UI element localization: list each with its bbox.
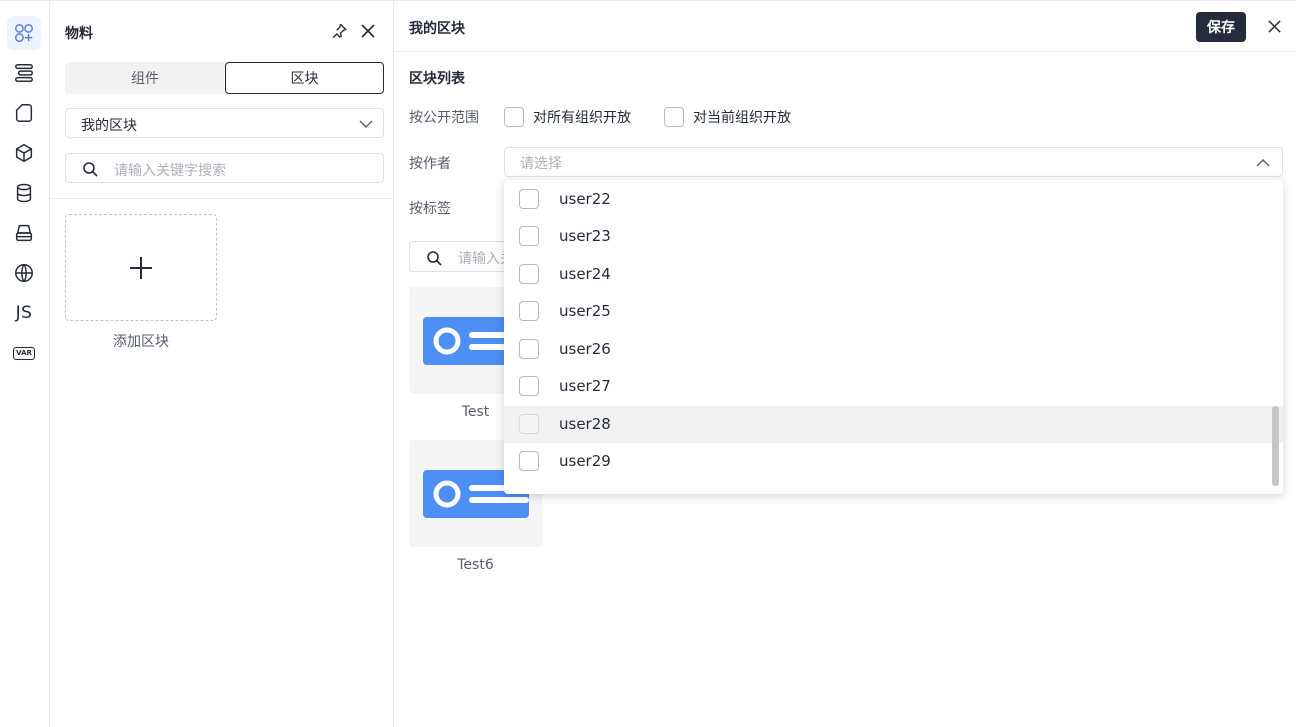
panel-tabs: 组件 区块: [65, 62, 384, 94]
page-title: 我的区块: [409, 21, 465, 37]
panel-search-input[interactable]: 请输入关键字搜索: [65, 153, 384, 183]
close-icon[interactable]: [1267, 19, 1282, 34]
variable-icon[interactable]: VAR: [7, 336, 41, 370]
list-item[interactable]: user27: [504, 368, 1283, 405]
author-checkbox[interactable]: [519, 451, 539, 471]
filter-author-label: 按作者: [409, 156, 451, 172]
divider: [394, 51, 1296, 52]
list-item[interactable]: user25: [504, 293, 1283, 330]
author-placeholder: 请选择: [520, 156, 562, 172]
datasource-icon[interactable]: [7, 176, 41, 210]
author-option-label: user22: [559, 190, 611, 208]
panel-search-placeholder: 请输入关键字搜索: [114, 163, 226, 179]
materials-panel: 物料 组件 区块 我的区块 请输入关键字搜索 添加区块: [50, 0, 394, 727]
search-icon: [83, 162, 98, 177]
chevron-up-icon: [1256, 159, 1270, 167]
filter-scope-label: 按公开范围: [409, 110, 479, 126]
activity-bar: JS VAR: [0, 0, 50, 727]
block-search-input[interactable]: 请输入关键字搜索: [409, 241, 519, 272]
scope-all-checkbox[interactable]: [504, 107, 524, 127]
js-icon[interactable]: JS: [7, 296, 41, 330]
i18n-icon[interactable]: [7, 256, 41, 290]
author-checkbox[interactable]: [519, 376, 539, 396]
add-block-label: 添加区块: [113, 334, 169, 350]
author-option-label: user27: [559, 377, 611, 395]
tab-components[interactable]: 组件: [65, 62, 225, 94]
pin-icon[interactable]: [330, 22, 348, 40]
author-option-label: user28: [559, 415, 611, 433]
author-option-label: user29: [559, 452, 611, 470]
author-dropdown: user22 user23 user24 user25 user26 user2…: [504, 180, 1283, 494]
author-checkbox[interactable]: [519, 189, 539, 209]
author-checkbox[interactable]: [519, 264, 539, 284]
section-title: 区块列表: [409, 71, 465, 87]
search-icon: [427, 251, 442, 266]
divider: [50, 198, 393, 199]
author-checkbox[interactable]: [519, 226, 539, 246]
panel-title: 物料: [65, 26, 93, 42]
author-option-label: user26: [559, 340, 611, 358]
dropdown-scrollbar[interactable]: [1272, 406, 1279, 486]
components-icon[interactable]: [7, 16, 41, 50]
scope-current-label[interactable]: 对当前组织开放: [693, 107, 791, 127]
list-item[interactable]: user23: [504, 218, 1283, 255]
close-panel-icon[interactable]: [360, 23, 376, 39]
scope-current-checkbox[interactable]: [664, 107, 684, 127]
author-checkbox[interactable]: [519, 414, 539, 434]
list-item[interactable]: user28: [504, 406, 1283, 443]
list-item[interactable]: user22: [504, 181, 1283, 218]
add-block-button[interactable]: [65, 214, 217, 321]
author-option-label: user24: [559, 265, 611, 283]
bridge-icon[interactable]: [7, 216, 41, 250]
chevron-down-icon: [359, 120, 373, 128]
block-card-label: Test6: [457, 557, 494, 573]
block-group-value: 我的区块: [81, 118, 137, 134]
list-item[interactable]: user24: [504, 256, 1283, 293]
author-option-label: user25: [559, 302, 611, 320]
list-item[interactable]: user26: [504, 331, 1283, 368]
author-select[interactable]: 请选择: [504, 147, 1283, 177]
block-group-select[interactable]: 我的区块: [65, 108, 384, 138]
author-checkbox[interactable]: [519, 339, 539, 359]
plus-icon: [130, 256, 152, 279]
scope-all-label[interactable]: 对所有组织开放: [533, 107, 631, 127]
author-option-label: user23: [559, 227, 611, 245]
page-icon[interactable]: [7, 96, 41, 130]
block-icon[interactable]: [7, 136, 41, 170]
tab-blocks[interactable]: 区块: [225, 62, 384, 94]
filter-tag-label: 按标签: [409, 201, 451, 217]
author-checkbox[interactable]: [519, 301, 539, 321]
outline-icon[interactable]: [7, 56, 41, 90]
list-item[interactable]: user29: [504, 443, 1283, 480]
save-button[interactable]: 保存: [1196, 12, 1246, 42]
